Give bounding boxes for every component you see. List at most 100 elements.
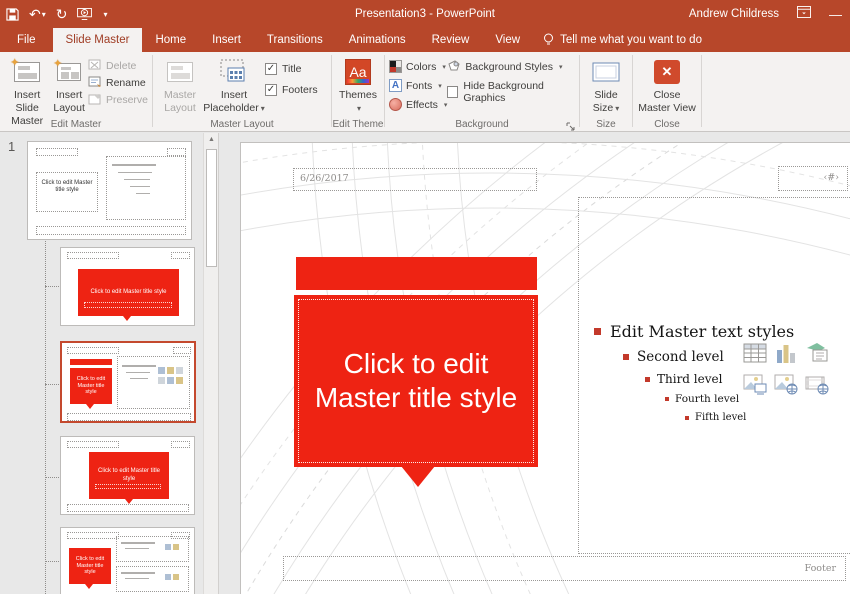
- chevron-down-icon: ▾: [438, 82, 442, 90]
- tab-slide-master[interactable]: Slide Master: [52, 28, 143, 52]
- tab-view[interactable]: View: [482, 28, 533, 52]
- delete-button[interactable]: Delete: [88, 59, 148, 72]
- tab-home[interactable]: Home: [142, 28, 199, 52]
- powerpoint-window: ↶ ▾ ↻ ▾ Presentation3 - PowerPoint Andrew…: [0, 0, 850, 594]
- tab-insert[interactable]: Insert: [199, 28, 254, 52]
- tab-transitions[interactable]: Transitions: [254, 28, 336, 52]
- bullet-icon: [645, 376, 650, 382]
- title-checkbox[interactable]: ✓ Title: [265, 63, 318, 75]
- colors-icon: [389, 60, 402, 73]
- chevron-down-icon: ▾: [558, 63, 563, 71]
- thumbnail-connector: [45, 561, 59, 562]
- group-edit-theme: Aa Themes ▾ Edit Theme: [332, 52, 384, 131]
- title-callout-tail: [401, 466, 435, 487]
- footer-placeholder[interactable]: Footer: [283, 556, 846, 581]
- group-label-background: Background: [455, 119, 509, 130]
- close-master-view-button[interactable]: ✕ Close Master View: [637, 55, 697, 115]
- ribbon-tab-row: File Slide Master Home Insert Transition…: [0, 28, 850, 52]
- workspace: 1 Click to edit Master title style Click…: [0, 133, 850, 594]
- thumbnail-layout-selected[interactable]: Click to edit Master title style: [60, 341, 196, 423]
- master-layout-icon: [164, 57, 196, 87]
- insert-layout-button[interactable]: ✦ Insert Layout: [50, 55, 88, 115]
- effects-button[interactable]: Effects ▾: [389, 98, 447, 111]
- group-size: Slide Size ▾ Size: [580, 52, 632, 131]
- slide-size-icon: [590, 57, 622, 87]
- slide-canvas: 6/26/2017 ‹#› Click to edit Master title…: [220, 133, 850, 594]
- background-styles-button[interactable]: Background Styles ▾: [447, 60, 575, 73]
- slide-thumbnail-panel: 1 Click to edit Master title style Click…: [0, 133, 219, 594]
- tell-me-box[interactable]: Tell me what you want to do: [533, 28, 712, 52]
- rename-button[interactable]: Rename: [88, 76, 148, 89]
- bullet-icon: [665, 397, 669, 401]
- signed-in-user[interactable]: Andrew Childress: [689, 8, 779, 20]
- titlebar-right: Andrew Childress —: [689, 0, 842, 28]
- fonts-button[interactable]: A Fonts ▾: [389, 79, 447, 92]
- group-background: Colors ▾ A Fonts ▾ Effects ▾ Background …: [385, 52, 579, 131]
- checkbox-unchecked-icon: [447, 86, 459, 98]
- footers-checkbox[interactable]: ✓ Footers: [265, 84, 318, 96]
- title-placeholder[interactable]: Click to edit Master title style: [294, 295, 538, 467]
- insert-slide-master-icon: ✦: [10, 57, 43, 87]
- themes-button[interactable]: Aa Themes ▾: [336, 55, 380, 115]
- scrollbar-thumb[interactable]: [206, 149, 217, 267]
- body-level-4: Fourth level: [665, 393, 739, 405]
- insert-placeholder-button[interactable]: Insert Placeholder ▾: [203, 55, 265, 115]
- date-placeholder[interactable]: 6/26/2017: [293, 168, 537, 191]
- body-placeholder[interactable]: Edit Master text styles Second level Thi…: [578, 197, 850, 554]
- background-dialog-launcher[interactable]: [566, 119, 576, 131]
- insert-pictures-icon[interactable]: [742, 371, 768, 397]
- group-divider: [701, 55, 702, 127]
- close-master-view-icon: ✕: [651, 57, 683, 87]
- thumbnail-scrollbar[interactable]: ▲: [203, 133, 218, 594]
- preserve-button[interactable]: Preserve: [88, 93, 148, 106]
- group-label-edit-theme: Edit Theme: [332, 119, 384, 130]
- minimize-button[interactable]: —: [829, 7, 842, 22]
- insert-chart-icon[interactable]: [773, 340, 799, 366]
- master-layout-checkboxes: ✓ Title ✓ Footers: [265, 55, 318, 96]
- slide-number-placeholder[interactable]: ‹#›: [778, 166, 848, 191]
- insert-table-icon[interactable]: [742, 340, 768, 366]
- rename-icon: [88, 76, 102, 89]
- thumbnail-layout-two-content[interactable]: Click to edit Master title style: [60, 527, 195, 594]
- chevron-down-icon: ▾: [615, 104, 620, 114]
- group-label-edit-master: Edit Master: [50, 119, 102, 130]
- thumbnail-layout-section[interactable]: Click to edit Master title style: [60, 436, 195, 515]
- thumbnail-connector: [45, 241, 46, 594]
- group-master-layout: Master Layout Insert Placeholder ▾ ✓ Titl…: [153, 52, 331, 131]
- thumbnail-connector: [45, 286, 59, 287]
- tab-file[interactable]: File: [0, 28, 53, 52]
- tab-animations[interactable]: Animations: [336, 28, 419, 52]
- chevron-down-icon: ▾: [442, 63, 446, 71]
- insert-online-pictures-icon[interactable]: [773, 371, 799, 397]
- insert-video-icon[interactable]: [804, 371, 830, 397]
- scroll-up-icon[interactable]: ▲: [204, 133, 218, 147]
- body-level-5: Fifth level: [685, 412, 746, 423]
- master-layout-button[interactable]: Master Layout: [157, 55, 203, 115]
- thumbnail-layout-title[interactable]: Click to edit Master title style: [60, 247, 195, 326]
- bullet-icon: [623, 354, 629, 360]
- insert-slide-master-button[interactable]: ✦ Insert Slide Master: [4, 55, 50, 128]
- title-accent-bar[interactable]: [296, 257, 537, 290]
- ribbon-display-options-icon[interactable]: [797, 5, 811, 23]
- colors-button[interactable]: Colors ▾: [389, 60, 447, 73]
- insert-placeholder-icon: [218, 57, 250, 87]
- ribbon: ✦ Insert Slide Master ✦ Insert Layout De…: [0, 52, 850, 132]
- theme-variant-buttons: Colors ▾ A Fonts ▾ Effects ▾: [389, 55, 447, 111]
- slide-size-button[interactable]: Slide Size ▾: [584, 55, 628, 115]
- checkbox-checked-icon: ✓: [265, 63, 277, 75]
- master-number-label: 1: [8, 139, 16, 154]
- hide-background-graphics-checkbox[interactable]: Hide Background Graphics: [447, 80, 575, 104]
- group-label-close: Close: [654, 119, 680, 130]
- tell-me-label: Tell me what you want to do: [560, 34, 702, 46]
- insert-smartart-icon[interactable]: [804, 340, 830, 366]
- tab-review[interactable]: Review: [419, 28, 483, 52]
- thumbnail-slide-master[interactable]: Click to edit Master title style: [27, 141, 192, 240]
- themes-icon: Aa: [342, 57, 374, 87]
- thumbnail-connector: [45, 477, 59, 478]
- slide-master-editing-surface[interactable]: 6/26/2017 ‹#› Click to edit Master title…: [240, 142, 850, 594]
- background-options: Background Styles ▾ Hide Background Grap…: [447, 55, 575, 104]
- group-label-master-layout: Master Layout: [210, 119, 274, 130]
- lightbulb-icon: [544, 33, 554, 45]
- fonts-icon: A: [389, 79, 402, 92]
- preserve-icon: [88, 93, 102, 106]
